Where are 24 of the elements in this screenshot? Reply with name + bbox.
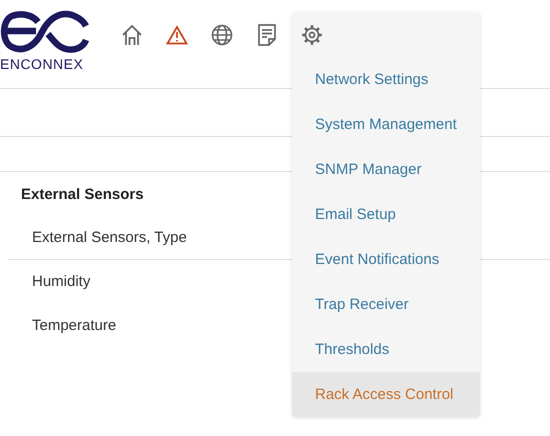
logo-icon [0, 10, 90, 54]
warning-icon [166, 25, 188, 45]
menu-item[interactable]: Rack Access Control [292, 372, 480, 417]
sensor-label: External Sensors, Type [32, 229, 187, 246]
logo-text: ENCONNEX [0, 56, 84, 72]
settings-button[interactable] [300, 23, 324, 47]
sensor-label: Humidity [32, 273, 90, 290]
menu-item[interactable]: Email Setup [292, 192, 480, 237]
settings-icon [301, 24, 323, 46]
menu-item[interactable]: System Management [292, 102, 480, 147]
globe-icon [211, 24, 233, 46]
menu-item[interactable]: SNMP Manager [292, 147, 480, 192]
menu-item[interactable]: Thresholds [292, 327, 480, 372]
document-icon [257, 24, 277, 46]
alerts-button[interactable] [165, 23, 189, 47]
network-button[interactable] [210, 23, 234, 47]
menu-item[interactable]: Trap Receiver [292, 282, 480, 327]
sensor-label: Temperature [32, 317, 116, 334]
section-title: External Sensors [21, 186, 144, 203]
menu-item[interactable]: Network Settings [292, 57, 480, 102]
home-button[interactable] [120, 23, 144, 47]
menu-item[interactable]: Event Notifications [292, 237, 480, 282]
logs-button[interactable] [255, 23, 279, 47]
home-icon [121, 24, 143, 46]
